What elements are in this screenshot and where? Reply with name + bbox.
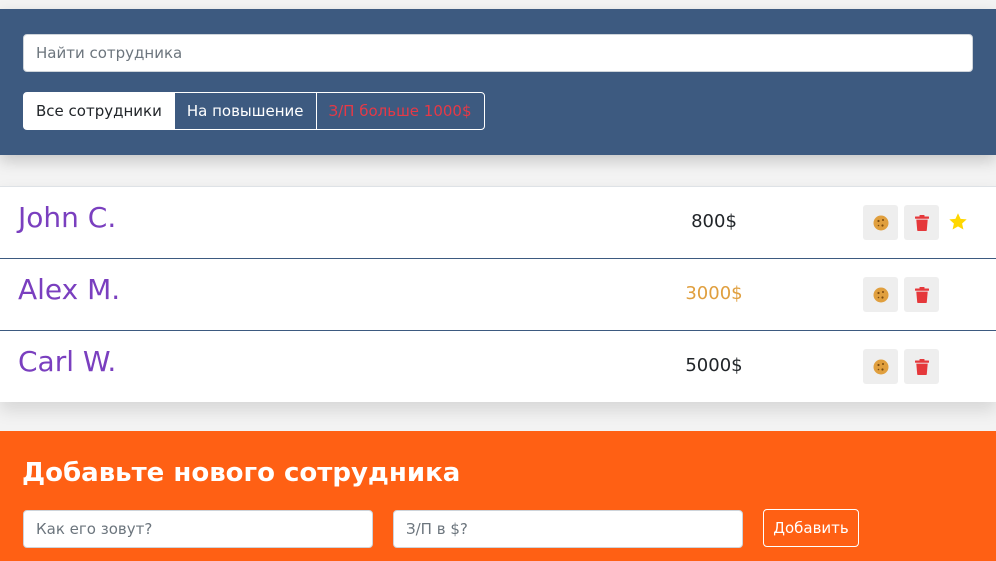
employee-name[interactable]: Alex M. xyxy=(18,273,120,306)
employee-list: John C. 800$ Alex M. 3000$ Carl W. 5000$ xyxy=(0,186,996,402)
new-salary-input[interactable] xyxy=(393,510,743,548)
employee-salary[interactable]: 5000$ xyxy=(660,355,768,376)
cookie-icon xyxy=(873,215,888,230)
filter-all-button[interactable]: Все сотрудники xyxy=(23,92,175,130)
employee-row: John C. 800$ xyxy=(0,187,996,259)
increase-button[interactable] xyxy=(863,349,898,384)
employee-name[interactable]: Carl W. xyxy=(18,345,116,378)
employee-salary[interactable]: 800$ xyxy=(660,211,768,232)
add-employee-title: Добавьте нового сотрудника xyxy=(22,458,461,488)
star-icon xyxy=(949,213,967,230)
filter-rise-button[interactable]: На повышение xyxy=(173,92,317,130)
delete-button[interactable] xyxy=(904,205,939,240)
increase-button[interactable] xyxy=(863,277,898,312)
delete-button[interactable] xyxy=(904,349,939,384)
filter-salary-button[interactable]: З/П больше 1000$ xyxy=(315,92,485,130)
employee-name[interactable]: John C. xyxy=(18,201,116,234)
search-panel: Все сотрудники На повышение З/П больше 1… xyxy=(0,9,996,155)
trash-icon xyxy=(914,358,929,375)
trash-icon xyxy=(914,286,929,303)
employee-row: Carl W. 5000$ xyxy=(0,331,996,402)
cookie-icon xyxy=(873,287,888,302)
increase-button[interactable] xyxy=(863,205,898,240)
cookie-icon xyxy=(873,359,888,374)
employee-row: Alex M. 3000$ xyxy=(0,259,996,331)
employee-salary[interactable]: 3000$ xyxy=(660,283,768,304)
trash-icon xyxy=(914,214,929,231)
search-input[interactable] xyxy=(23,34,973,72)
new-name-input[interactable] xyxy=(23,510,373,548)
add-button[interactable]: Добавить xyxy=(763,509,859,547)
add-employee-panel: Добавьте нового сотрудника Добавить xyxy=(0,431,996,561)
filter-group: Все сотрудники На повышение З/П больше 1… xyxy=(23,92,485,130)
delete-button[interactable] xyxy=(904,277,939,312)
